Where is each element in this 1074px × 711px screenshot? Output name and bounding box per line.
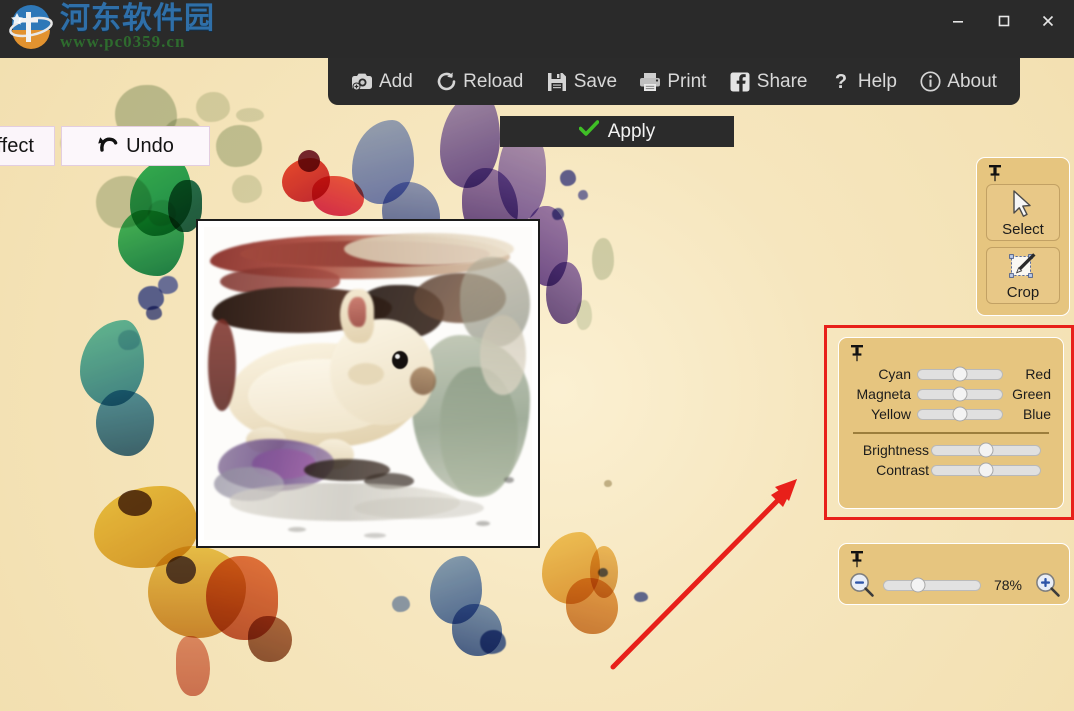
slider-cyan-red[interactable] [917,366,1003,382]
toolbar-item-print[interactable]: Print [634,68,711,96]
toolbar-label-print: Print [667,70,707,92]
main-toolbar: Add Reload Save Print Share ? Help About [328,58,1020,105]
slider-magneta-green[interactable] [917,386,1003,402]
watermark-logo: 河东软件园 www.pc0359.cn [6,2,215,52]
crop-tool-label: Crop [1006,284,1040,301]
slider-thumb-magneta-green[interactable] [952,386,968,402]
select-tool-label: Select [1002,221,1044,238]
slider-label-green: Green [1012,386,1051,402]
watercolor-rabbit-photo [204,227,532,540]
crop-pen-icon [1008,252,1038,286]
minimize-button[interactable] [936,6,980,36]
slider-row-cyan-red: Cyan Red [851,364,1051,384]
zoom-control-row: 78% [839,566,1071,604]
slider-brightness[interactable] [931,442,1041,458]
toolbar-label-save: Save [573,70,618,92]
select-tool-button[interactable]: Select [986,184,1060,241]
magnifier-minus-icon[interactable] [849,572,875,598]
floppy-disk-icon [546,71,568,93]
toolbar-label-help: Help [857,70,897,92]
color-adjust-panel: Cyan Red Magneta Green Yellow Blue Brigh… [838,337,1064,509]
undo-button-label: Undo [126,134,174,157]
green-check-icon [578,120,600,143]
effect-button-label: Effect [0,134,34,157]
logo-chinese-text: 河东软件园 [60,1,215,36]
slider-row-brightness: Brightness [851,440,1051,460]
undo-button[interactable]: Undo [61,126,210,166]
crop-tool-button[interactable]: Crop [986,247,1060,304]
toolbar-label-share: Share [756,70,808,92]
logo-icon [6,2,56,52]
info-circle-icon [919,71,941,93]
magnifier-plus-icon[interactable] [1035,572,1061,598]
zoom-slider[interactable] [883,577,981,593]
slider-yellow-blue[interactable] [917,406,1003,422]
toolbar-item-help[interactable]: ? Help [825,68,902,96]
printer-icon [639,71,661,93]
camera-add-icon [351,71,373,93]
toolbar-item-share[interactable]: Share [724,68,813,96]
slider-row-yellow-blue: Yellow Blue [851,404,1051,424]
panel-divider [853,432,1049,434]
maximize-button[interactable] [982,6,1026,36]
facebook-icon [729,71,751,93]
toolbar-label-reload: Reload [463,70,524,92]
close-button[interactable] [1026,6,1070,36]
application-window: 河东软件园 www.pc0359.cn Add Reload Save Prin… [0,0,1074,711]
toolbar-label-add: Add [379,70,413,92]
slider-label-yellow: Yellow [871,406,911,422]
slider-row-magneta-green: Magneta Green [851,384,1051,404]
slider-row-contrast: Contrast [851,460,1051,480]
zoom-percent-label: 78% [993,577,1023,593]
apply-button-label: Apply [607,120,656,142]
effect-button[interactable]: Effect [0,126,55,166]
toolbar-item-add[interactable]: Add [346,68,418,96]
slider-thumb-contrast[interactable] [978,462,994,478]
title-bar: 河东软件园 www.pc0359.cn [0,0,1074,58]
toolbar-item-about[interactable]: About [914,68,1002,96]
undo-arrow-icon [97,134,118,159]
slider-thumb-cyan-red[interactable] [952,366,968,382]
image-canvas-frame[interactable] [196,219,540,548]
apply-button[interactable]: Apply [500,116,734,147]
logo-text: 河东软件园 www.pc0359.cn [60,2,215,52]
pushpin-icon[interactable] [849,344,865,362]
toolbar-item-save[interactable]: Save [541,68,622,96]
slider-label-blue: Blue [1022,406,1051,422]
slider-thumb-yellow-blue[interactable] [952,406,968,422]
refresh-icon [435,71,457,93]
pushpin-icon[interactable] [987,164,1003,182]
slider-label-cyan: Cyan [878,366,911,382]
toolbar-item-reload[interactable]: Reload [430,68,528,96]
slider-thumb-brightness[interactable] [978,442,994,458]
toolbar-label-about: About [947,70,997,92]
slider-label-magneta: Magneta [856,386,911,402]
zoom-panel: 78% [838,543,1070,605]
slider-label-brightness: Brightness [862,442,929,458]
zoom-slider-thumb[interactable] [910,577,926,593]
tools-panel: Select Crop [976,157,1070,316]
question-mark-icon: ? [830,71,852,93]
slider-label-red: Red [1025,366,1051,382]
svg-text:?: ? [835,71,847,92]
slider-contrast[interactable] [931,462,1041,478]
slider-label-contrast: Contrast [876,462,929,478]
cursor-arrow-icon [1010,189,1036,223]
